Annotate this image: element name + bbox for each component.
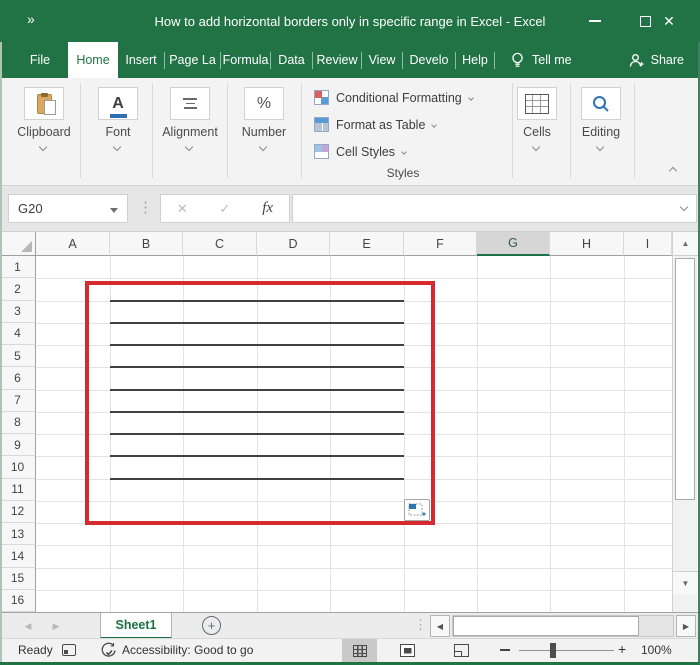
horizontal-scrollbar-thumb[interactable] xyxy=(453,616,639,636)
row-header-5[interactable]: 5 xyxy=(0,345,36,368)
row-header-8[interactable]: 8 xyxy=(0,411,36,434)
drawn-horizontal-border xyxy=(110,344,404,346)
normal-view-button[interactable] xyxy=(342,639,377,662)
row-header-14[interactable]: 14 xyxy=(0,545,36,568)
column-header-I[interactable]: I xyxy=(624,232,672,256)
row-header-15[interactable]: 15 xyxy=(0,567,36,590)
format-options-smart-tag[interactable] xyxy=(404,499,430,521)
sheet-tab-sheet1[interactable]: Sheet1 xyxy=(100,613,172,639)
page-break-view-button[interactable] xyxy=(444,639,479,662)
page-break-icon xyxy=(454,644,469,657)
row-header-16[interactable]: 16 xyxy=(0,589,36,612)
window-edge xyxy=(0,42,2,665)
normal-view-icon xyxy=(352,644,367,657)
status-bar: Ready Accessibility: Good to go + 100% xyxy=(0,638,700,662)
row-header-12[interactable]: 12 xyxy=(0,500,36,523)
accessibility-status[interactable]: Accessibility: Good to go xyxy=(122,643,253,657)
column-header-C[interactable]: C xyxy=(183,232,257,256)
column-header-F[interactable]: F xyxy=(404,232,477,256)
scroll-up-icon[interactable]: ▲ xyxy=(673,232,698,256)
row-header-6[interactable]: 6 xyxy=(0,367,36,390)
gridline xyxy=(36,278,672,280)
column-header-E[interactable]: E xyxy=(330,232,404,256)
gridline xyxy=(36,523,672,524)
select-all-corner[interactable] xyxy=(0,232,36,256)
row-header-9[interactable]: 9 xyxy=(0,434,36,457)
worksheet-grid[interactable]: A B C D E F G H I 1 2 3 4 5 6 7 8 9 10 11 12 13 14 15 16 xyxy=(0,0,700,665)
column-header-G[interactable]: G xyxy=(477,232,550,256)
vertical-scrollbar[interactable]: ▲ ▼ xyxy=(672,232,698,612)
zoom-in-button[interactable]: + xyxy=(618,641,626,657)
gridline xyxy=(36,567,672,569)
gridline xyxy=(36,545,672,547)
zoom-slider-thumb[interactable] xyxy=(550,643,556,658)
drawn-horizontal-border xyxy=(110,366,404,369)
row-header-1[interactable]: 1 xyxy=(0,256,36,279)
drawn-horizontal-border xyxy=(110,433,404,435)
row-header-7[interactable]: 7 xyxy=(0,389,36,412)
drawn-horizontal-border xyxy=(110,477,404,480)
column-header-D[interactable]: D xyxy=(257,232,330,256)
row-header-3[interactable]: 3 xyxy=(0,300,36,323)
border-format-icon xyxy=(408,503,426,515)
previous-sheet-icon[interactable]: ◀ xyxy=(16,613,40,639)
zoom-slider[interactable] xyxy=(519,650,614,652)
row-header-10[interactable]: 10 xyxy=(0,456,36,479)
accessibility-checker-icon[interactable] xyxy=(100,642,117,662)
page-layout-view-button[interactable] xyxy=(390,639,425,662)
next-sheet-icon[interactable]: ▶ xyxy=(44,613,68,639)
drawn-horizontal-border xyxy=(110,455,404,458)
drawn-horizontal-border xyxy=(110,410,404,413)
macro-record-icon[interactable] xyxy=(62,644,76,656)
row-header-11[interactable]: 11 xyxy=(0,478,36,501)
horizontal-scrollbar[interactable] xyxy=(452,615,674,637)
drawn-horizontal-border xyxy=(110,388,404,391)
status-mode: Ready xyxy=(18,643,53,657)
column-header-A[interactable]: A xyxy=(36,232,110,256)
zoom-out-button[interactable] xyxy=(500,649,510,651)
excel-window: » How to add horizontal borders only in … xyxy=(0,0,700,665)
row-header-4[interactable]: 4 xyxy=(0,322,36,345)
row-header-13[interactable]: 13 xyxy=(0,523,36,546)
drawn-horizontal-border xyxy=(110,299,404,302)
row-header-2[interactable]: 2 xyxy=(0,278,36,301)
column-header-B[interactable]: B xyxy=(110,232,183,256)
gridline xyxy=(36,500,672,502)
drawn-horizontal-border xyxy=(110,321,404,324)
zoom-level[interactable]: 100% xyxy=(641,643,672,657)
scroll-left-icon[interactable]: ◀ xyxy=(430,615,450,637)
tab-scrollbar-splitter[interactable]: ⋮ xyxy=(414,617,427,633)
scroll-right-icon[interactable]: ▶ xyxy=(676,615,696,637)
vertical-scrollbar-thumb[interactable] xyxy=(675,258,695,500)
column-header-H[interactable]: H xyxy=(550,232,624,256)
gridline xyxy=(36,589,672,591)
page-layout-icon xyxy=(400,644,415,657)
sheet-tab-bar: ◀ ▶ Sheet1 + ⋮ ◀ ▶ xyxy=(0,612,700,639)
new-sheet-button[interactable]: + xyxy=(202,616,221,635)
scroll-down-icon[interactable]: ▼ xyxy=(673,571,698,595)
